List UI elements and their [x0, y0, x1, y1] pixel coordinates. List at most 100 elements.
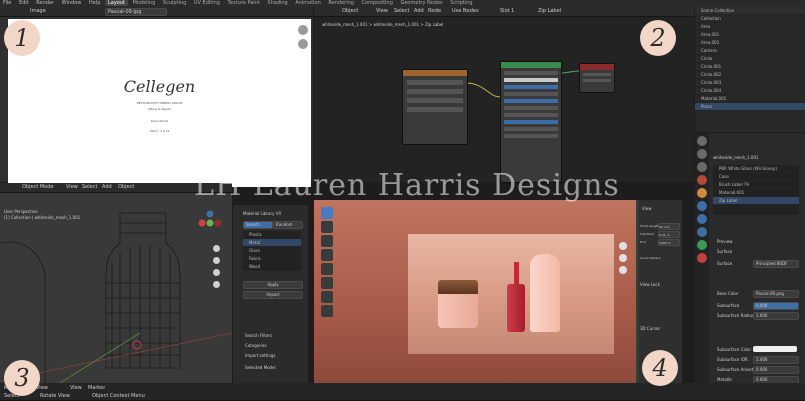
- library-item[interactable]: Fabric: [243, 255, 301, 263]
- sidebar-view-header[interactable]: View: [642, 206, 652, 211]
- scale-tool-icon[interactable]: [321, 263, 333, 275]
- principled-bsdf-node[interactable]: [500, 61, 562, 183]
- world-tab-icon[interactable]: [697, 175, 707, 185]
- tab-shading[interactable]: Shading: [264, 0, 290, 6]
- image-texture-node[interactable]: [402, 69, 468, 145]
- library-search-tab[interactable]: Search: [243, 221, 273, 229]
- scene-tab-icon[interactable]: [697, 162, 707, 172]
- library-item[interactable]: Glass: [243, 247, 301, 255]
- outliner-item[interactable]: Circle.001: [695, 63, 805, 71]
- output-tab-icon[interactable]: [697, 149, 707, 159]
- menu-help[interactable]: Help: [86, 0, 103, 6]
- material-tab-icon[interactable]: [697, 253, 707, 263]
- viewport-grid-icon[interactable]: [213, 281, 220, 288]
- move-tool-icon[interactable]: [321, 235, 333, 247]
- outliner-item[interactable]: Collection: [695, 15, 805, 23]
- tab-layout[interactable]: Layout: [104, 0, 128, 6]
- library-item[interactable]: Plastic: [243, 231, 301, 239]
- material-slot[interactable]: Brush Label 79: [713, 181, 799, 189]
- subsurface-field[interactable]: 0.000: [753, 302, 799, 310]
- modifier-tab-icon[interactable]: [697, 201, 707, 211]
- wireframe-viewport[interactable]: Object Mode View Select Add Object User …: [0, 183, 232, 383]
- viewport-zoom-icon[interactable]: [213, 245, 220, 252]
- tab-sculpting[interactable]: Sculpting: [160, 0, 189, 6]
- tab-modeling[interactable]: Modeling: [130, 0, 159, 6]
- material-slot[interactable]: PBR White Glass (Wii Glossy): [713, 165, 799, 173]
- render-hand-icon[interactable]: [619, 254, 627, 262]
- data-tab-icon[interactable]: [697, 240, 707, 250]
- section-surface[interactable]: Surface: [717, 249, 732, 254]
- library-import-settings[interactable]: Import settings: [245, 353, 276, 358]
- library-import-button[interactable]: Import: [243, 291, 303, 299]
- material-slot[interactable]: Case: [713, 173, 799, 181]
- gizmo-neg-x-icon[interactable]: [214, 219, 222, 227]
- object-tab-icon[interactable]: [697, 188, 707, 198]
- library-item[interactable]: Wood: [243, 263, 301, 271]
- outliner-item[interactable]: Area.001: [695, 31, 805, 39]
- navigation-gizmo[interactable]: [196, 209, 224, 237]
- sidebar-view-lock[interactable]: View Lock: [640, 282, 660, 287]
- library-item[interactable]: Metal: [243, 239, 301, 247]
- outliner-item[interactable]: Plane: [695, 103, 805, 111]
- sidebar-3d-cursor[interactable]: 3D Cursor: [640, 326, 660, 331]
- outliner-item[interactable]: Camera: [695, 47, 805, 55]
- tab-scripting[interactable]: Scripting: [447, 0, 475, 6]
- outliner-item[interactable]: Area.002: [695, 39, 805, 47]
- gizmo-x-icon[interactable]: [198, 219, 206, 227]
- rotate-tool-icon[interactable]: [321, 249, 333, 261]
- tab-compositing[interactable]: Compositing: [359, 0, 396, 6]
- measure-tool-icon[interactable]: [321, 305, 333, 317]
- material-output-node[interactable]: [579, 63, 615, 93]
- tab-geometry-nodes[interactable]: Geometry Nodes: [397, 0, 445, 6]
- gizmo-y-icon[interactable]: [206, 219, 214, 227]
- section-preview[interactable]: Preview: [717, 239, 733, 244]
- image-view-menu[interactable]: Image: [30, 8, 46, 14]
- sidebar-local-camera[interactable]: Local Camera: [640, 256, 661, 260]
- menu-file[interactable]: File: [0, 0, 14, 6]
- menu-window[interactable]: Window: [59, 0, 85, 6]
- outliner-item[interactable]: Circle.002: [695, 71, 805, 79]
- tab-uv-editing[interactable]: UV Editing: [191, 0, 223, 6]
- library-random-tab[interactable]: Random: [273, 221, 303, 229]
- select-tool-icon[interactable]: [321, 207, 333, 219]
- outliner-item[interactable]: Material.001: [695, 95, 805, 103]
- outliner-item[interactable]: Area: [695, 23, 805, 31]
- viewport-hand-icon[interactable]: [213, 257, 220, 264]
- constraint-tab-icon[interactable]: [697, 227, 707, 237]
- image-name-field[interactable]: Pascal-09-jpg: [105, 8, 167, 16]
- subsurface-radius-field[interactable]: 1.000: [753, 312, 799, 320]
- library-selected-model[interactable]: Selected Model: [245, 365, 276, 370]
- clip-start-field[interactable]: 0.01 m: [658, 231, 680, 238]
- tab-texture-paint[interactable]: Texture Paint: [225, 0, 263, 6]
- menu-render[interactable]: Render: [33, 0, 57, 6]
- annotate-tool-icon[interactable]: [321, 291, 333, 303]
- surface-shader-dropdown[interactable]: Principled BSDF: [753, 260, 799, 268]
- tab-rendering[interactable]: Rendering: [325, 0, 357, 6]
- pan-icon[interactable]: [298, 39, 308, 49]
- render-tab-icon[interactable]: [697, 136, 707, 146]
- material-slot[interactable]: Zip Label: [713, 197, 799, 205]
- transform-tool-icon[interactable]: [321, 277, 333, 289]
- gizmo-z-icon[interactable]: [206, 210, 214, 218]
- viewport-camera-icon[interactable]: [213, 269, 220, 276]
- material-slot[interactable]: Material.001: [713, 189, 799, 197]
- tab-animation[interactable]: Animation: [292, 0, 324, 6]
- library-categories[interactable]: Categories: [245, 343, 267, 348]
- render-viewport[interactable]: [314, 200, 636, 383]
- menu-edit[interactable]: Edit: [16, 0, 32, 6]
- subsurface-ior-field[interactable]: 1.400: [753, 356, 799, 364]
- focal-length-field[interactable]: 50 mm: [658, 223, 680, 230]
- outliner-item[interactable]: Circle.003: [695, 79, 805, 87]
- library-search-filters[interactable]: Search Filters: [245, 333, 272, 338]
- cursor-tool-icon[interactable]: [321, 221, 333, 233]
- timeline-view-menu[interactable]: View: [70, 385, 82, 391]
- physics-tab-icon[interactable]: [697, 214, 707, 224]
- base-color-field[interactable]: Pascal-09.png: [753, 290, 799, 298]
- timeline-marker-menu[interactable]: Marker: [88, 385, 105, 391]
- subsurface-color-swatch[interactable]: [753, 346, 797, 352]
- subsurface-anisotropy-field[interactable]: 0.000: [753, 366, 799, 374]
- render-camera-icon[interactable]: [619, 266, 627, 274]
- render-zoom-icon[interactable]: [619, 242, 627, 250]
- outliner-item[interactable]: Circle.004: [695, 87, 805, 95]
- outliner-item[interactable]: Circle: [695, 55, 805, 63]
